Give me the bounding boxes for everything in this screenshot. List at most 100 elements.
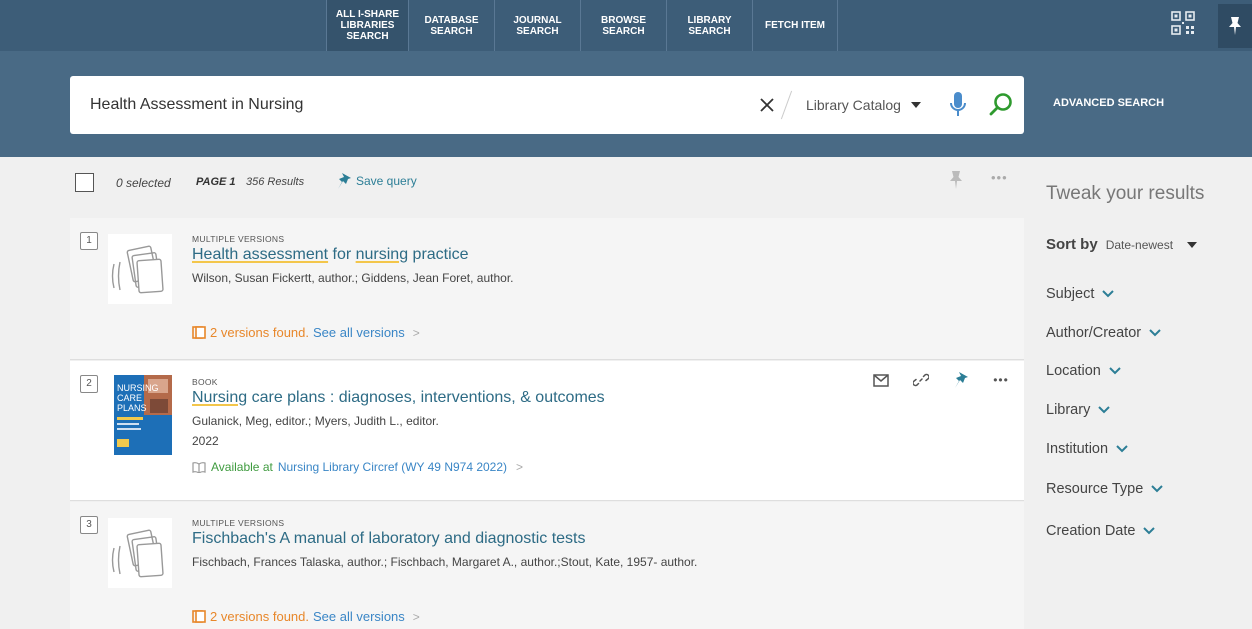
result-number: 2 bbox=[80, 375, 98, 393]
link-icon[interactable] bbox=[912, 371, 930, 389]
search-box: Library Catalog bbox=[70, 76, 1024, 134]
result-title[interactable]: Nursing care plans : diagnoses, interven… bbox=[192, 389, 605, 407]
nav-fetch-item[interactable]: FETCH ITEM bbox=[752, 0, 838, 51]
nav-browse-search[interactable]: BROWSE SEARCH bbox=[580, 0, 666, 51]
nav-all-ishare[interactable]: ALL I-SHARE LIBRARIES SEARCH bbox=[326, 0, 408, 51]
facet-creation-date[interactable]: Creation Date bbox=[1046, 523, 1156, 539]
result-type: MULTIPLE VERSIONS bbox=[192, 234, 285, 244]
result-item: 3 MULTIPLE VERSIONS Fischbach's A manual… bbox=[70, 502, 1024, 629]
scope-label: Library Catalog bbox=[806, 97, 901, 113]
versions-icon bbox=[192, 610, 206, 623]
title-part: care plans : diagnoses, interventions, &… bbox=[247, 389, 605, 406]
result-number: 1 bbox=[80, 232, 98, 250]
multiple-versions-thumbnail-icon bbox=[108, 234, 172, 304]
facet-label: Subject bbox=[1046, 286, 1095, 302]
title-part: practice bbox=[408, 246, 469, 263]
pin-icon[interactable] bbox=[948, 170, 964, 190]
chevron-down-icon bbox=[1151, 485, 1163, 493]
selected-count: 0 selected bbox=[116, 176, 171, 190]
svg-text:NURSING: NURSING bbox=[117, 383, 159, 393]
sort-by-select[interactable]: Sort by Date-newest bbox=[1046, 236, 1198, 253]
book-icon bbox=[192, 462, 206, 473]
facet-label: Institution bbox=[1046, 441, 1109, 457]
search-input[interactable] bbox=[90, 92, 730, 118]
facet-label: Creation Date bbox=[1046, 523, 1136, 539]
caret-down-icon bbox=[1187, 241, 1198, 248]
tweak-results-heading: Tweak your results bbox=[1046, 183, 1205, 204]
result-title[interactable]: Health assessment for nursing practice bbox=[192, 246, 469, 264]
nav-library-search[interactable]: LIBRARY SEARCH bbox=[666, 0, 752, 51]
chevron-down-icon bbox=[1143, 527, 1156, 535]
email-icon[interactable] bbox=[872, 371, 890, 389]
availability-status: Available at bbox=[211, 460, 273, 474]
scope-select[interactable]: Library Catalog bbox=[806, 96, 921, 114]
result-year: 2022 bbox=[192, 434, 219, 448]
facet-label: Location bbox=[1046, 363, 1101, 379]
nav-journal-search[interactable]: JOURNAL SEARCH bbox=[494, 0, 580, 51]
select-all-checkbox[interactable] bbox=[75, 173, 94, 192]
title-part: Nursing bbox=[192, 389, 248, 406]
search-band: Library Catalog ADVANCED SEARCH bbox=[0, 51, 1252, 157]
nav-label: DATABASE SEARCH bbox=[424, 14, 479, 37]
chevron-down-icon bbox=[1116, 445, 1128, 453]
chevron-right-icon: > bbox=[412, 325, 420, 340]
versions-icon bbox=[192, 326, 206, 339]
multiple-versions-thumbnail-icon bbox=[108, 518, 172, 588]
pin-icon bbox=[338, 173, 351, 189]
result-title[interactable]: Fischbach's A manual of laboratory and d… bbox=[192, 530, 586, 548]
advanced-search-link[interactable]: ADVANCED SEARCH bbox=[1053, 97, 1164, 109]
chevron-down-icon bbox=[1102, 290, 1115, 298]
see-all-versions-link[interactable]: See all versions bbox=[313, 609, 405, 624]
result-author: Wilson, Susan Fickertt, author.; Giddens… bbox=[192, 271, 514, 285]
more-options-icon[interactable]: ••• bbox=[991, 170, 1011, 186]
pinned-items-button[interactable] bbox=[1218, 4, 1252, 48]
nav-database-search[interactable]: DATABASE SEARCH bbox=[408, 0, 494, 51]
book-cover-thumbnail: NURSING CARE PLANS bbox=[114, 375, 172, 455]
more-options-icon[interactable]: ••• bbox=[992, 371, 1010, 389]
facet-label: Author/Creator bbox=[1046, 325, 1142, 341]
microphone-icon[interactable] bbox=[948, 91, 968, 119]
caret-down-icon bbox=[910, 102, 921, 108]
nav-links: ALL I-SHARE LIBRARIES SEARCH DATABASE SE… bbox=[326, 0, 838, 51]
page-indicator: PAGE 1 bbox=[196, 176, 236, 188]
facet-subject[interactable]: Subject bbox=[1046, 286, 1115, 302]
result-author: Gulanick, Meg, editor.; Myers, Judith L.… bbox=[192, 414, 439, 428]
sort-value: Date-newest bbox=[1105, 237, 1174, 252]
top-nav: ALL I-SHARE LIBRARIES SEARCH DATABASE SE… bbox=[0, 0, 1252, 51]
facet-library[interactable]: Library bbox=[1046, 402, 1111, 418]
facet-location[interactable]: Location bbox=[1046, 363, 1121, 379]
clear-icon[interactable] bbox=[758, 96, 776, 114]
facet-label: Resource Type bbox=[1046, 481, 1144, 497]
title-part: Health assessment bbox=[192, 246, 329, 263]
chevron-down-icon bbox=[1098, 406, 1111, 414]
pin-icon[interactable] bbox=[952, 371, 970, 389]
availability-line: Available at Nursing Library Circref (WY… bbox=[192, 460, 523, 474]
result-item: 1 MULTIPLE VERSIONS Health assessment fo… bbox=[70, 218, 1024, 360]
versions-line: 2 versions found. See all versions > bbox=[192, 609, 420, 624]
location-link[interactable]: Nursing Library Circref (WY 49 N974 2022… bbox=[278, 460, 507, 474]
see-all-versions-link[interactable]: See all versions bbox=[313, 325, 405, 340]
svg-text:CARE: CARE bbox=[117, 393, 142, 403]
qr-code-icon[interactable] bbox=[1170, 10, 1196, 36]
title-part: nursing bbox=[355, 246, 409, 263]
facet-author-creator[interactable]: Author/Creator bbox=[1046, 325, 1161, 341]
result-type: MULTIPLE VERSIONS bbox=[192, 518, 285, 528]
result-author: Fischbach, Frances Talaska, author.; Fis… bbox=[192, 555, 698, 569]
svg-text:PLANS: PLANS bbox=[117, 403, 147, 413]
versions-found: 2 versions found. bbox=[210, 609, 310, 624]
versions-found: 2 versions found. bbox=[210, 325, 310, 340]
results-count: 356 Results bbox=[246, 176, 305, 188]
pin-icon bbox=[1229, 17, 1241, 35]
facet-label: Library bbox=[1046, 402, 1091, 418]
facet-institution[interactable]: Institution bbox=[1046, 441, 1128, 457]
nav-label: ALL I-SHARE LIBRARIES SEARCH bbox=[335, 9, 400, 42]
chevron-right-icon: > bbox=[516, 460, 524, 474]
chevron-down-icon bbox=[1109, 367, 1121, 375]
versions-line: 2 versions found. See all versions > bbox=[192, 325, 420, 340]
facet-resource-type[interactable]: Resource Type bbox=[1046, 481, 1163, 497]
search-icon[interactable] bbox=[988, 92, 1014, 118]
result-item: 2 NURSING CARE PLANS BOOK Nursing care p… bbox=[70, 361, 1024, 501]
chevron-right-icon: > bbox=[412, 609, 420, 624]
result-type: BOOK bbox=[192, 377, 218, 387]
save-query-button[interactable]: Save query bbox=[336, 172, 417, 190]
